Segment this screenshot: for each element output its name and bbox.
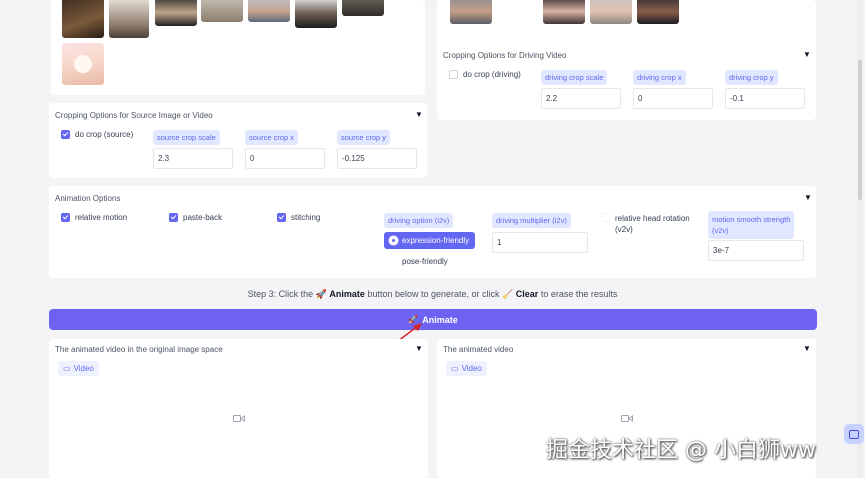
source-crop-y-input[interactable]: -0.125: [337, 148, 417, 169]
driving-crop-y-input[interactable]: -0.1: [725, 88, 805, 109]
do-crop-driving-label: do crop (driving): [463, 70, 521, 79]
driving-crop-title: Cropping Options for Driving Video: [443, 51, 567, 60]
driving-multiplier-label: driving multiplier (i2v): [492, 213, 571, 228]
source-crop-panel: Cropping Options for Source Image or Vid…: [49, 103, 427, 178]
gallery-thumb-3[interactable]: [155, 0, 197, 26]
check-icon: [277, 213, 286, 222]
step3-clear-word: Clear: [515, 289, 539, 299]
stitching-label: stitching: [291, 213, 321, 222]
output-left-badge-label: Video: [73, 364, 94, 373]
caret-down-icon[interactable]: ▼: [415, 110, 423, 119]
gallery-thumb-1[interactable]: [62, 0, 104, 38]
check-icon: [61, 130, 70, 139]
animate-button[interactable]: 🚀 Animate: [49, 309, 817, 330]
gallery-thumb-6[interactable]: [295, 0, 337, 28]
do-crop-driving-checkbox[interactable]: do crop (driving): [449, 70, 521, 79]
source-crop-title: Cropping Options for Source Image or Vid…: [55, 111, 213, 120]
source-crop-scale-input[interactable]: 2.3: [153, 148, 233, 169]
checkbox-icon: [449, 70, 458, 79]
stitching-checkbox[interactable]: stitching: [277, 213, 320, 222]
relative-motion-checkbox[interactable]: relative motion: [61, 213, 127, 222]
driving-multiplier-input[interactable]: 1: [492, 232, 588, 253]
gallery-thumb-4[interactable]: [201, 0, 243, 22]
relative-motion-label: relative motion: [75, 213, 128, 222]
source-gallery-panel: [51, 0, 425, 95]
motion-smooth-text-2: (v2v): [712, 226, 729, 235]
video-icon: ▭: [451, 364, 459, 373]
gallery-thumb-2[interactable]: [109, 0, 149, 38]
paste-back-checkbox[interactable]: paste-back: [169, 213, 222, 222]
driving-thumb-1[interactable]: [450, 0, 492, 24]
video-icon: ▭: [63, 364, 71, 373]
animation-options-panel: Animation Options ▼ relative motion past…: [49, 186, 816, 278]
caret-down-icon[interactable]: ▼: [415, 344, 423, 353]
radio-expression-friendly[interactable]: expression-friendly: [384, 232, 476, 249]
caret-down-icon[interactable]: ▼: [803, 344, 811, 353]
driving-crop-x-input[interactable]: 0: [633, 88, 713, 109]
head-rotation-checkbox[interactable]: relative head rotation (v2v): [601, 213, 690, 235]
caret-down-icon[interactable]: ▼: [803, 50, 811, 59]
source-crop-y-label: source crop y: [337, 130, 391, 145]
output-left-badge: ▭ Video: [58, 361, 99, 376]
step3-animate-word: Animate: [329, 289, 365, 299]
driving-crop-scale-input[interactable]: 2.2: [541, 88, 621, 109]
driving-crop-y-label: driving crop y: [725, 70, 778, 85]
scrollbar-thumb[interactable]: [858, 60, 862, 200]
output-left-panel: The animated video in the original image…: [49, 339, 428, 478]
radio-pose-label: pose-friendly: [402, 257, 448, 266]
output-left-title: The animated video in the original image…: [55, 345, 223, 354]
driving-crop-scale-label: driving crop scale: [541, 70, 608, 85]
broom-icon: 🧹: [502, 289, 514, 299]
output-right-title: The animated video: [443, 345, 514, 354]
gallery-thumb-cat[interactable]: [62, 43, 104, 85]
radio-expression-label: expression-friendly: [402, 236, 470, 245]
step3-middle: button below to generate, or click: [367, 289, 500, 299]
source-crop-scale-label: source crop scale: [153, 130, 220, 145]
motion-smooth-label: motion smooth strength (v2v): [708, 211, 795, 239]
driving-panel: Cropping Options for Driving Video ▼ do …: [437, 0, 816, 120]
camera-icon: [621, 415, 633, 422]
do-crop-source-checkbox[interactable]: do crop (source): [61, 130, 133, 139]
step3-prefix: Step 3: Click the: [247, 289, 314, 299]
checkbox-icon: [601, 213, 610, 222]
head-rotation-label: relative head rotation (v2v): [615, 213, 690, 235]
chat-icon[interactable]: [844, 424, 864, 444]
driving-thumb-4[interactable]: [637, 0, 679, 24]
source-crop-x-input[interactable]: 0: [245, 148, 325, 169]
radio-pose-friendly[interactable]: pose-friendly: [384, 253, 454, 270]
do-crop-source-label: do crop (source): [75, 130, 134, 139]
caret-down-icon[interactable]: ▼: [804, 193, 812, 202]
watermark: 掘金技术社区 @ 小白狮ww: [546, 438, 816, 463]
check-icon: [61, 213, 70, 222]
rocket-icon: 🚀: [315, 289, 327, 299]
radio-icon: [390, 237, 397, 244]
paste-back-label: paste-back: [183, 213, 223, 222]
camera-icon: [233, 415, 245, 422]
step3-instruction: Step 3: Click the 🚀 Animate button below…: [0, 289, 865, 300]
driving-thumb-3[interactable]: [590, 0, 632, 24]
motion-smooth-text-1: motion smooth strength: [712, 215, 791, 224]
output-right-badge: ▭ Video: [446, 361, 487, 376]
head-rotation-text-2: (v2v): [615, 225, 633, 234]
output-right-badge-label: Video: [461, 364, 482, 373]
check-icon: [169, 213, 178, 222]
scrollbar-track[interactable]: [857, 0, 863, 478]
step3-suffix: to erase the results: [540, 289, 618, 299]
gallery-thumb-5[interactable]: [248, 0, 290, 22]
source-crop-x-label: source crop x: [245, 130, 299, 145]
motion-smooth-input[interactable]: 3e-7: [708, 240, 804, 261]
animation-options-title: Animation Options: [55, 194, 121, 203]
driving-option-label: driving option (i2v): [384, 213, 454, 228]
head-rotation-text-1: relative head rotation: [615, 214, 690, 223]
driving-thumb-2[interactable]: [543, 0, 585, 24]
gallery-thumb-7[interactable]: [342, 0, 384, 16]
driving-crop-x-label: driving crop x: [633, 70, 686, 85]
